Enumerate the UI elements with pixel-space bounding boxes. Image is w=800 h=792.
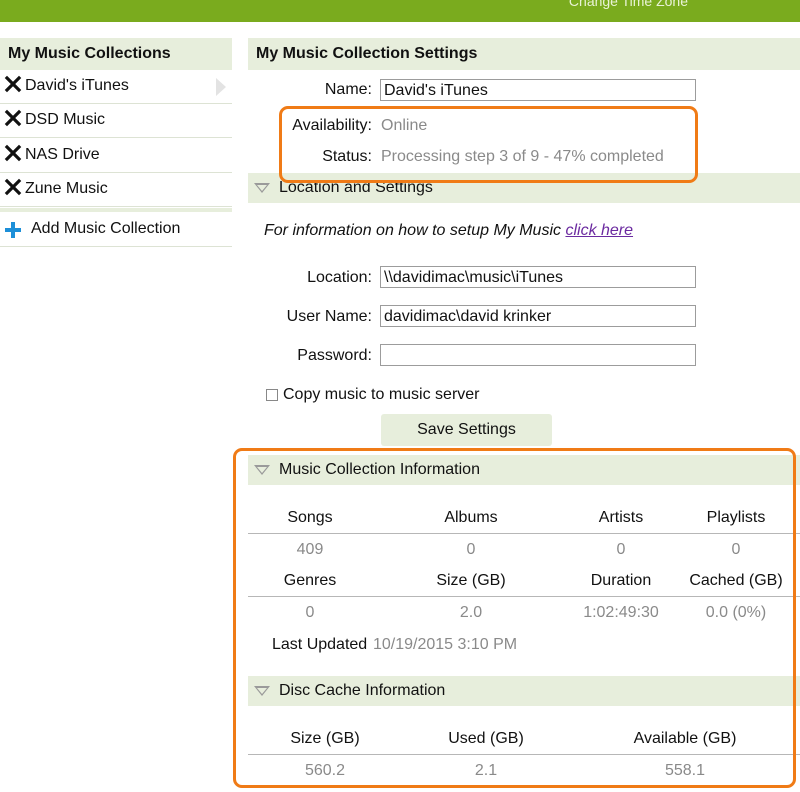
click-here-link[interactable]: click here	[565, 222, 633, 239]
status-highlight-box	[279, 106, 698, 183]
delete-icon[interactable]	[4, 75, 22, 93]
collapse-triangle-icon	[254, 183, 270, 193]
sidebar-item-label: Zune Music	[25, 180, 108, 197]
username-label: User Name:	[286, 308, 372, 325]
name-label: Name:	[324, 81, 372, 98]
copy-music-checkbox[interactable]	[266, 389, 278, 401]
info-highlight-box	[233, 448, 796, 788]
add-music-collection-button[interactable]: Add Music Collection	[0, 212, 232, 247]
change-time-zone-link[interactable]: Change Time Zone	[569, 0, 688, 9]
location-label: Location:	[307, 269, 372, 286]
username-field[interactable]: davidimac\david krinker	[380, 305, 696, 327]
sidebar-item-dsd-music[interactable]: DSD Music	[0, 104, 232, 138]
settings-title: My Music Collection Settings	[256, 45, 478, 62]
name-field[interactable]: David's iTunes	[380, 79, 696, 101]
sidebar-item-label: NAS Drive	[25, 146, 100, 163]
sidebar-title: My Music Collections	[8, 45, 171, 62]
sidebar-item-davids-itunes[interactable]: David's iTunes	[0, 70, 232, 104]
chevron-right-icon	[216, 78, 226, 96]
copy-music-label: Copy music to music server	[283, 386, 480, 403]
sidebar-item-label: David's iTunes	[25, 77, 129, 94]
sidebar-item-label: DSD Music	[25, 111, 106, 128]
password-field[interactable]	[380, 344, 696, 366]
sidebar-header: My Music Collections	[0, 38, 232, 70]
plus-icon	[5, 222, 21, 238]
settings-header: My Music Collection Settings	[248, 38, 800, 70]
setup-info-text: For information on how to setup My Music…	[264, 222, 633, 240]
delete-icon[interactable]	[4, 144, 22, 162]
sidebar-item-nas-drive[interactable]: NAS Drive	[0, 139, 232, 173]
setup-info-label: For information on how to setup My Music	[264, 222, 566, 239]
delete-icon[interactable]	[4, 178, 22, 196]
password-label: Password:	[297, 347, 372, 364]
add-music-collection-label: Add Music Collection	[31, 220, 181, 237]
location-field[interactable]: \\davidimac\music\iTunes	[380, 266, 696, 288]
save-settings-button[interactable]: Save Settings	[381, 414, 552, 446]
sidebar-item-zune-music[interactable]: Zune Music	[0, 173, 232, 207]
delete-icon[interactable]	[4, 109, 22, 127]
